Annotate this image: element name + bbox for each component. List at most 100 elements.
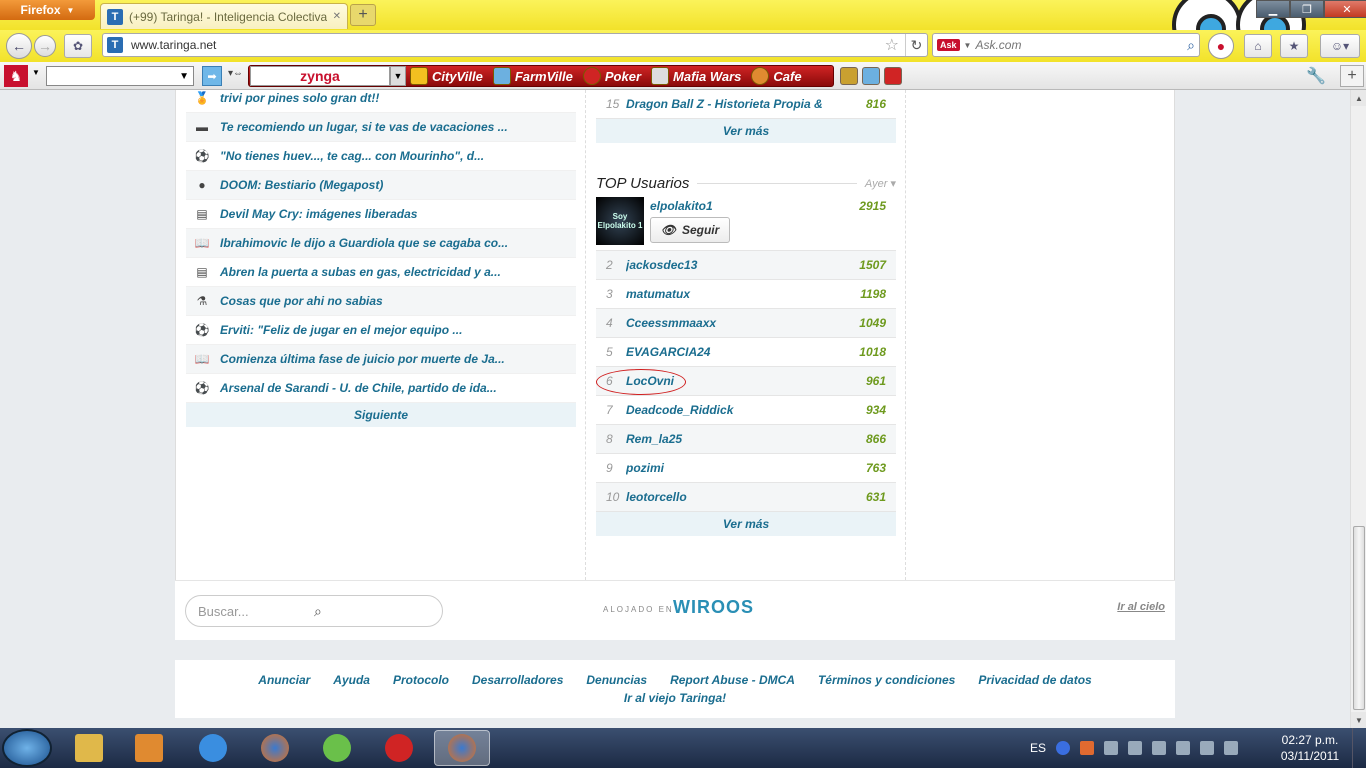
firefox-taskbar-button[interactable] [250, 730, 300, 766]
top-posts-more-link[interactable]: Ver más [596, 119, 896, 143]
explorer-taskbar-button[interactable] [64, 730, 114, 766]
post-item[interactable]: ▬ Te recomiendo un lugar, si te vas de va… [186, 113, 576, 142]
footer-link-privacidad[interactable]: Privacidad de datos [978, 673, 1091, 687]
game-mafia-wars[interactable]: Mafia Wars [651, 67, 741, 85]
site-search-field[interactable]: Buscar... ⌕ [185, 595, 443, 627]
top-post-row[interactable]: 15 Dragon Ball Z - Historieta Propia & 8… [596, 90, 896, 119]
post-item[interactable]: ⚽ Arsenal de Sarandi - U. de Chile, parti… [186, 374, 576, 403]
back-button[interactable]: ← [6, 33, 32, 59]
minimize-button[interactable]: ▁ [1256, 0, 1290, 18]
app-taskbar-button[interactable] [374, 730, 424, 766]
flag-icon[interactable] [1104, 741, 1119, 755]
footer-link-desarrolladores[interactable]: Desarrolladores [472, 673, 563, 687]
post-title[interactable]: Arsenal de Sarandi - U. de Chile, partid… [220, 381, 497, 395]
scrollbar-thumb[interactable] [1353, 526, 1365, 710]
game-shortcut-icon[interactable] [840, 67, 858, 85]
top-users-more-link[interactable]: Ver más [596, 512, 896, 536]
reload-button[interactable]: ↻ [905, 34, 927, 56]
game-cafe[interactable]: Cafe [751, 67, 802, 85]
game-shortcut-icon[interactable] [862, 67, 880, 85]
top-user-row[interactable]: 10 leotorcello 631 [596, 483, 896, 512]
clock[interactable]: 02:27 p.m. 03/11/2011 [1276, 732, 1344, 764]
new-tab-button[interactable]: + [350, 4, 376, 26]
top-user-row[interactable]: 2 jackosdec13 1507 [596, 251, 896, 280]
game-shortcut-icon[interactable] [884, 67, 902, 85]
add-toolbar-button[interactable]: + [1340, 65, 1364, 87]
top-user-row[interactable]: 7 Deadcode_Riddick 934 [596, 396, 896, 425]
post-title[interactable]: Dragon Ball Z - Historieta Propia & [626, 97, 866, 111]
search-input[interactable] [975, 38, 1184, 52]
wrench-icon[interactable]: 🔧 [1306, 66, 1326, 86]
period-selector[interactable]: Ayer ▾ [865, 177, 896, 190]
volume-icon[interactable] [1200, 741, 1215, 755]
footer-link-denuncias[interactable]: Denuncias [586, 673, 647, 687]
internet-explorer-taskbar-button[interactable] [188, 730, 238, 766]
language-indicator[interactable]: ES [1030, 741, 1046, 755]
post-title[interactable]: "No tienes huev..., te cag... con Mourin… [220, 149, 484, 163]
top-user-row[interactable]: 4 Cceessmmaaxx 1049 [596, 309, 896, 338]
bookmark-star-icon[interactable]: ☆ [885, 35, 899, 55]
search-icon[interactable]: ⌕ [1187, 37, 1195, 54]
user-name[interactable]: leotorcello [626, 490, 866, 504]
post-title[interactable]: Ibrahimovic le dijo a Guardiola que se c… [220, 236, 508, 250]
next-page-link[interactable]: Siguiente [186, 403, 576, 427]
top-user-row[interactable]: 8 Rem_la25 866 [596, 425, 896, 454]
post-title[interactable]: DOOM: Bestiario (Megapost) [220, 178, 383, 192]
messenger-taskbar-button[interactable] [312, 730, 362, 766]
bookmarks-button[interactable]: ★ [1280, 34, 1308, 58]
post-title[interactable]: Erviti: "Feliz de jugar en el mejor equi… [220, 323, 462, 337]
post-title[interactable]: Abren la puerta a subas en gas, electric… [220, 265, 501, 279]
security-icon[interactable] [1080, 741, 1095, 755]
post-title[interactable]: Comienza última fase de juicio por muert… [220, 352, 505, 366]
footer-link-protocolo[interactable]: Protocolo [393, 673, 449, 687]
zynga-dropdown[interactable]: ▼ [390, 66, 406, 86]
network-icon[interactable] [1128, 741, 1143, 755]
post-item[interactable]: ⚽ "No tienes huev..., te cag... con Mouri… [186, 142, 576, 171]
game-poker[interactable]: Poker [582, 67, 641, 85]
feedback-button[interactable]: ☺▾ [1320, 34, 1360, 58]
post-item[interactable]: 🏅 trivi por pines solo gran dt!! [186, 90, 576, 113]
scroll-up-button[interactable]: ▲ [1351, 90, 1366, 106]
user-name[interactable]: elpolakito1 [650, 199, 713, 213]
wiroos-logo[interactable]: WIROOS [673, 597, 754, 618]
tab-taringa[interactable]: T (+99) Taringa! - Inteligencia Colectiv… [100, 3, 348, 29]
footer-link-report-abuse[interactable]: Report Abuse - DMCA [670, 673, 795, 687]
user-name[interactable]: matumatux [626, 287, 860, 301]
chevron-down-icon[interactable]: ▼ [964, 41, 972, 50]
toolbar-search-select[interactable]: ▼ [46, 66, 194, 86]
addon-button[interactable]: ● [1208, 33, 1234, 59]
post-title[interactable]: Te recomiendo un lugar, si te vas de vac… [220, 120, 508, 134]
user-name[interactable]: jackosdec13 [626, 258, 859, 272]
user-name[interactable]: Deadcode_Riddick [626, 403, 866, 417]
home-button[interactable]: ⌂ [1244, 34, 1272, 58]
toolbar-logo-icon[interactable]: ♞ [4, 65, 28, 87]
search-bar[interactable]: Ask ▼ ⌕ [932, 33, 1200, 57]
help-icon[interactable] [1056, 741, 1071, 755]
user-name[interactable]: pozimi [626, 461, 866, 475]
firefox-active-taskbar-button[interactable] [434, 730, 490, 766]
zynga-logo[interactable]: zynga [250, 66, 390, 86]
close-tab-icon[interactable]: ✕ [333, 11, 341, 22]
toolbar-go-button[interactable]: ➡ [202, 66, 222, 86]
maximize-button[interactable]: ❐ [1290, 0, 1324, 18]
post-title[interactable]: Devil May Cry: imágenes liberadas [220, 207, 417, 221]
forward-button[interactable]: → [34, 35, 56, 57]
media-player-taskbar-button[interactable] [124, 730, 174, 766]
avatar[interactable]: Soy Elpolakito 1 [596, 197, 644, 245]
game-cityville[interactable]: CityVille [410, 67, 483, 85]
chevron-down-icon[interactable]: ▼ [32, 68, 40, 77]
search-icon[interactable]: ⌕ [314, 603, 430, 620]
post-item[interactable]: ● DOOM: Bestiario (Megapost) [186, 171, 576, 200]
back-to-top-link[interactable]: Ir al cielo [1117, 601, 1165, 613]
top-user-row[interactable]: 9 pozimi 763 [596, 454, 896, 483]
user-name[interactable]: Rem_la25 [626, 432, 866, 446]
post-title[interactable]: trivi por pines solo gran dt!! [220, 91, 379, 105]
post-item[interactable]: 📖 Comienza última fase de juicio por muer… [186, 345, 576, 374]
game-farmville[interactable]: FarmVille [492, 67, 573, 85]
footer-link-ir-al-viejo[interactable]: Ir al viejo Taringa! [624, 691, 726, 705]
monitor-icon[interactable] [1176, 741, 1191, 755]
device-icon[interactable] [1152, 741, 1167, 755]
user-name[interactable]: EVAGARCIA24 [626, 345, 859, 359]
show-desktop-button[interactable] [1352, 728, 1366, 768]
extensions-button[interactable]: ✿ [64, 34, 92, 58]
